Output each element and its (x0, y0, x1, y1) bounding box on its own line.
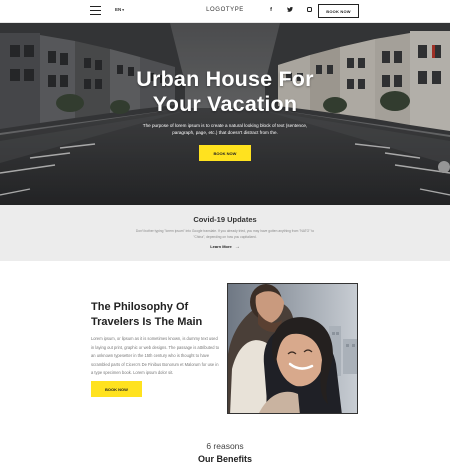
philosophy-title-line-2: Travelers Is The Main (91, 316, 203, 328)
philosophy-title: The Philosophy Of Travelers Is The Main (91, 300, 221, 330)
instagram-icon[interactable] (305, 7, 313, 14)
covid-text: Don't bother typing "lorem ipsum" into G… (135, 229, 315, 239)
hero-book-now-button[interactable]: BOOK NOW (199, 145, 251, 161)
covid-title: Covid-19 Updates (193, 215, 257, 224)
philosophy-title-line-1: The Philosophy Of (91, 301, 189, 313)
logo[interactable]: LOGOTYPE (0, 7, 450, 13)
hero-section: Urban House For Your Vacation The purpos… (0, 23, 450, 205)
philosophy-text: Lorem ipsum, or lipsum as it is sometime… (91, 336, 220, 376)
twitter-icon[interactable] (286, 7, 294, 14)
hero-title: Urban House For Your Vacation (0, 67, 450, 117)
arrow-right-icon: → (234, 244, 240, 250)
philosophy-book-now-button[interactable]: BOOK NOW (91, 381, 142, 397)
benefits-count-label: 6 reasons (206, 441, 244, 451)
hero-title-line-2: Your Vacation (152, 92, 298, 116)
covid-updates-section: Covid-19 Updates Don't bother typing "lo… (0, 205, 450, 261)
site-header: EN▾ LOGOTYPE f BOOK NOW (0, 0, 450, 23)
hero-title-line-1: Urban House For (136, 67, 314, 91)
hero-subtitle: The purpose of lorem ipsum is to create … (142, 123, 308, 135)
learn-more-label: Learn More (210, 244, 232, 249)
header-book-now-button[interactable]: BOOK NOW (318, 4, 359, 18)
facebook-icon[interactable]: f (267, 7, 275, 13)
learn-more-link[interactable]: Learn More → (0, 244, 450, 250)
benefits-title: Our Benefits (197, 454, 252, 463)
couple-photo (227, 283, 358, 414)
